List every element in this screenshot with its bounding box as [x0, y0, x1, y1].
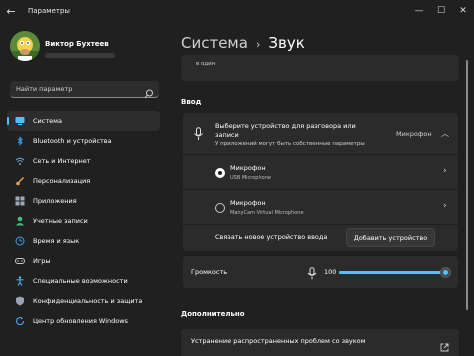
gamepad-icon	[15, 256, 25, 266]
back-arrow-icon[interactable]: ←	[0, 0, 22, 22]
section-title-more: Дополнительно	[181, 310, 245, 318]
user-email-redacted	[45, 53, 115, 58]
sidebar-item-network[interactable]: Сеть и Интернет	[7, 151, 160, 171]
sidebar-item-label: Время и язык	[33, 237, 80, 245]
input-device-option[interactable]: Микрофон ManyCam Virtual Microphone ›	[183, 191, 458, 225]
avatar	[10, 31, 40, 61]
page-title: Звук	[268, 34, 305, 52]
monitor-icon	[15, 116, 25, 126]
sidebar-item-label: Система	[33, 117, 63, 125]
search-input[interactable]: Найти параметр	[10, 81, 159, 99]
microphone-icon	[193, 126, 204, 140]
card-text: в один	[196, 61, 216, 67]
user-profile[interactable]: Виктор Бухтеев	[10, 31, 160, 71]
sidebar-item-apps[interactable]: Приложения	[7, 191, 160, 211]
brush-icon	[15, 176, 25, 186]
input-device-expander[interactable]: Выберите устройство для разговора или за…	[183, 113, 458, 155]
input-device-card: Выберите устройство для разговора или за…	[183, 113, 458, 251]
volume-value: 100	[324, 268, 337, 276]
sidebar-item-system[interactable]: Система	[7, 111, 160, 131]
sidebar-item-label: Конфиденциальность и защита	[33, 297, 143, 305]
volume-label: Громкость	[191, 268, 228, 276]
minimize-icon[interactable]: —	[408, 0, 430, 22]
external-link-icon	[440, 337, 449, 352]
sidebar-item-label: Центр обновления Windows	[33, 317, 128, 325]
title-bar: ← Параметры — ☐ ✕	[0, 0, 474, 22]
sidebar-item-label: Учетные записи	[33, 217, 88, 225]
volume-slider-thumb[interactable]	[440, 267, 451, 278]
search-icon[interactable]	[144, 84, 154, 99]
globe-clock-icon	[15, 236, 25, 246]
sidebar-item-bluetooth[interactable]: Bluetooth и устройства	[7, 131, 160, 151]
sidebar-nav: Система Bluetooth и устройства Сеть и Ин…	[7, 111, 160, 331]
chevron-right-icon[interactable]: ›	[443, 201, 447, 211]
pair-device-label: Связать новое устройство ввода	[215, 233, 328, 241]
close-icon[interactable]: ✕	[452, 0, 474, 22]
sidebar-item-label: Игры	[33, 257, 51, 265]
device-subtitle: ManyCam Virtual Microphone	[230, 210, 304, 216]
bluetooth-icon	[15, 136, 25, 146]
app-title: Параметры	[28, 7, 70, 15]
shield-icon	[15, 296, 25, 306]
device-subtitle: USB Microphone	[230, 175, 271, 181]
troubleshoot-card[interactable]: Устранение распространенных проблем со з…	[181, 329, 459, 356]
maximize-icon[interactable]: ☐	[430, 0, 452, 22]
sidebar-item-label: Bluetooth и устройства	[33, 137, 112, 145]
sidebar-item-accessibility[interactable]: Специальные возможности	[7, 271, 160, 291]
update-icon	[15, 316, 25, 326]
breadcrumb-parent[interactable]: Система	[181, 34, 248, 52]
sidebar-item-label: Персонализация	[33, 177, 91, 185]
sidebar-item-windows-update[interactable]: Центр обновления Windows	[7, 311, 160, 331]
sidebar-item-gaming[interactable]: Игры	[7, 251, 160, 271]
input-device-option[interactable]: Микрофон USB Microphone ›	[183, 156, 458, 190]
microphone-icon[interactable]	[307, 265, 317, 280]
chevron-up-icon[interactable]: ︿	[441, 128, 449, 139]
pair-input-device-row: Связать новое устройство ввода Добавить …	[183, 225, 458, 251]
search-placeholder: Найти параметр	[16, 85, 73, 93]
chevron-right-icon[interactable]: ›	[443, 166, 447, 176]
volume-slider-fill	[339, 271, 445, 274]
sidebar-item-accounts[interactable]: Учетные записи	[7, 211, 160, 231]
wifi-icon	[15, 156, 25, 166]
accessibility-icon	[15, 276, 25, 286]
troubleshoot-label: Устранение распространенных проблем со з…	[191, 337, 366, 345]
sidebar-item-personalization[interactable]: Персонализация	[7, 171, 160, 191]
sidebar-item-time-language[interactable]: Время и язык	[7, 231, 160, 251]
add-device-button[interactable]: Добавить устройство	[346, 228, 435, 247]
window-controls: — ☐ ✕	[408, 0, 474, 22]
user-name: Виктор Бухтеев	[45, 40, 109, 48]
radio-button[interactable]	[215, 203, 225, 213]
breadcrumb: Система › Звук	[181, 34, 305, 52]
sidebar-item-label: Сеть и Интернет	[33, 157, 91, 165]
sidebar-item-label: Приложения	[33, 197, 77, 205]
input-device-title: Выберите устройство для разговора или за…	[215, 122, 356, 139]
scrollbar[interactable]	[466, 60, 468, 310]
radio-button-selected[interactable]	[215, 168, 225, 178]
sidebar-item-privacy[interactable]: Конфиденциальность и защита	[7, 291, 160, 311]
apps-icon	[15, 196, 25, 206]
volume-slider[interactable]	[339, 267, 451, 278]
device-name: Микрофон	[230, 199, 266, 207]
account-icon	[15, 216, 25, 226]
device-name: Микрофон	[230, 164, 266, 172]
sidebar-item-label: Специальные возможности	[33, 277, 128, 285]
input-device-subtitle: У приложений могут быть собственные пара…	[215, 141, 365, 147]
selected-input-device: Микрофон	[396, 130, 432, 138]
input-volume-card: Громкость 100	[183, 256, 458, 288]
previous-setting-card: в один	[181, 55, 459, 81]
section-title-input: Ввод	[181, 98, 202, 106]
chevron-right-icon: ›	[255, 38, 261, 51]
